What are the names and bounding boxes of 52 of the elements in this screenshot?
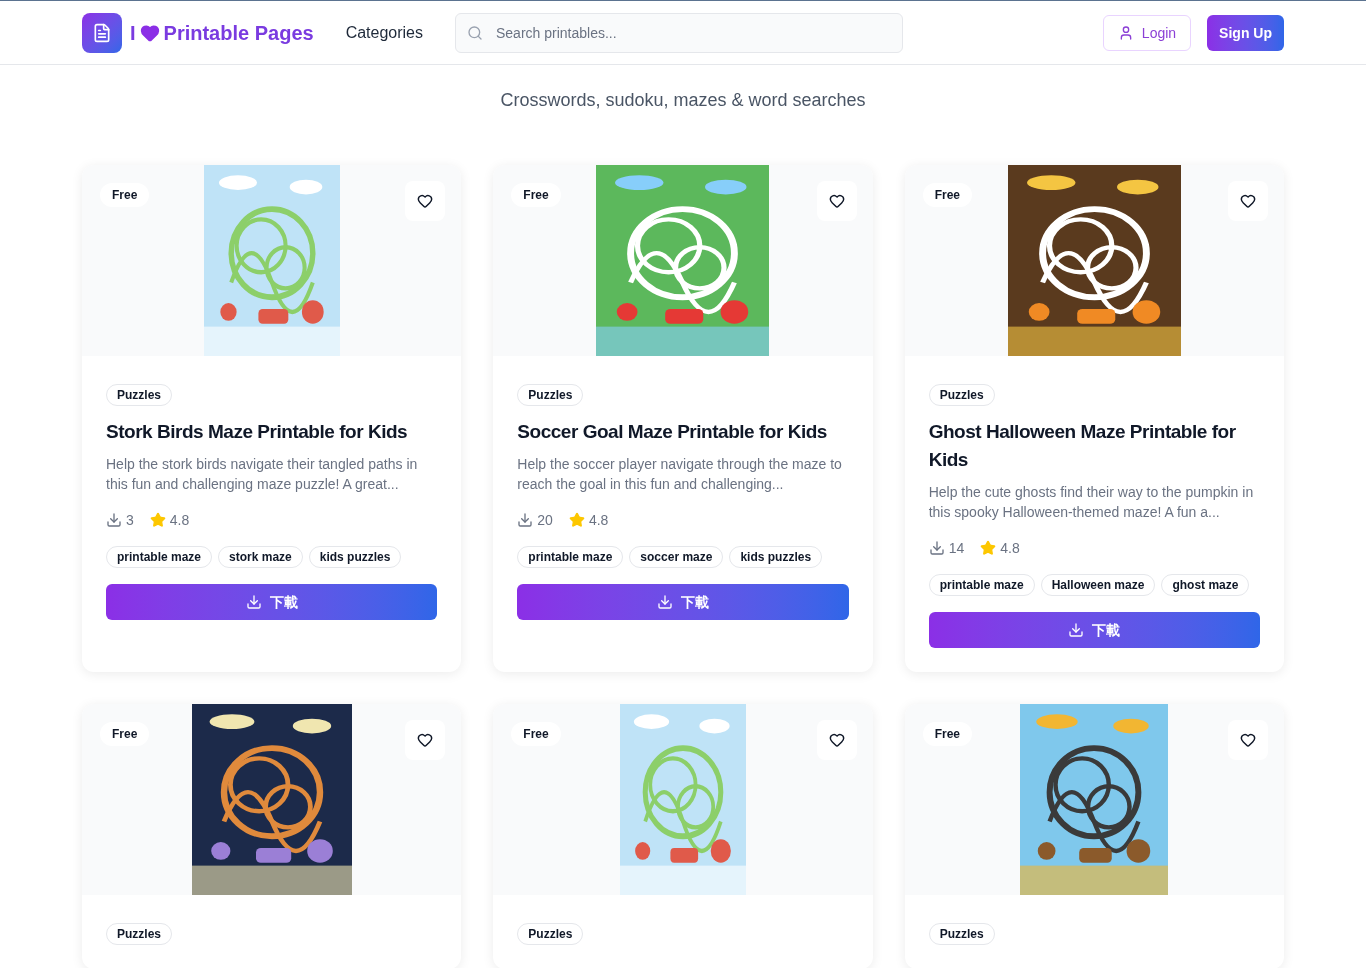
download-icon (245, 594, 262, 610)
heart-icon (417, 732, 434, 748)
download-button[interactable]: 下載 (106, 584, 438, 620)
search-icon (467, 24, 483, 41)
favorite-button[interactable] (1228, 181, 1268, 221)
favorite-button[interactable] (405, 181, 446, 221)
download-icon (517, 512, 534, 528)
free-badge: Free (922, 722, 972, 746)
card-description: Help the soccer player navigate through the maze to reach the goal in this fun and challenging... (517, 455, 843, 494)
free-badge: Free (100, 722, 150, 746)
nav-link[interactable]: Categories (345, 20, 423, 45)
download-count: 14 (948, 539, 965, 558)
heart-icon (828, 193, 845, 209)
card-description: Help the cute ghosts find their way to the pumpkin in this spooky Halloween-themed maze! A fun a... (928, 483, 1255, 522)
rating-value: 4.8 (588, 511, 609, 530)
download-button[interactable]: 下載 (517, 584, 849, 620)
favorite-button[interactable] (1228, 720, 1268, 760)
rating-value: 4.8 (1000, 539, 1020, 558)
signup-button[interactable]: Sign Up (1207, 14, 1284, 51)
heart-icon (828, 732, 845, 748)
heart-icon (1240, 732, 1256, 748)
favorite-button[interactable] (816, 181, 857, 221)
favorite-button[interactable] (405, 720, 446, 760)
search-field[interactable]: Search printables... (455, 12, 903, 53)
download-count: 20 (537, 511, 553, 530)
star-icon (149, 512, 166, 528)
brand-prefix: I (130, 20, 136, 46)
download-button[interactable]: 下載 (928, 612, 1260, 648)
free-badge: Free (511, 722, 561, 746)
card-title: Stork Birds Maze Printable for Kids (106, 420, 409, 444)
card-title: Ghost Halloween Maze Printable for Kids (928, 420, 1237, 472)
star-icon (980, 540, 997, 556)
heart-icon (1240, 193, 1256, 209)
page-subtitle: Crosswords, sudoku, mazes & word searches (499, 89, 867, 112)
heart-icon (417, 193, 434, 209)
free-badge: Free (922, 183, 972, 207)
card-title: Soccer Goal Maze Printable for Kids (517, 420, 828, 444)
download-count: 3 (126, 511, 134, 530)
rating-value: 4.8 (169, 511, 190, 530)
free-badge: Free (511, 183, 561, 207)
favorite-button[interactable] (816, 720, 857, 760)
star-icon (568, 512, 585, 528)
heart-icon (139, 22, 160, 43)
download-icon (928, 540, 945, 556)
logo-icon (82, 12, 122, 53)
download-icon (657, 594, 673, 610)
brand-name[interactable]: Printable Pages (163, 17, 314, 48)
download-icon (106, 512, 122, 528)
login-button[interactable]: Login (1102, 14, 1192, 51)
download-icon (1068, 622, 1085, 638)
free-badge: Free (100, 183, 150, 207)
card-description: Help the stork birds navigate their tangled paths in this fun and challenging maze puzzle! A great... (106, 455, 419, 494)
